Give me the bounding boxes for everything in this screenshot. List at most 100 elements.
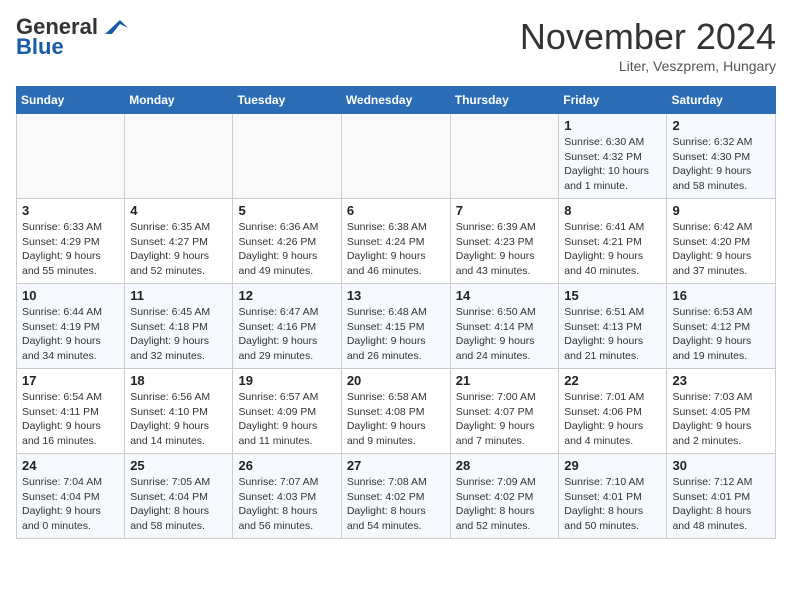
calendar-cell: 16 Sunrise: 6:53 AM Sunset: 4:12 PM Dayli…: [667, 284, 776, 369]
day-header-monday: Monday: [125, 87, 233, 114]
calendar-cell: 24Sunrise: 7:04 AM Sunset: 4:04 PM Dayli…: [17, 454, 125, 539]
day-number: 14: [456, 288, 554, 303]
title-area: November 2024 Liter, Veszprem, Hungary: [520, 16, 776, 74]
day-info: Sunrise: 7:05 AM Sunset: 4:04 PM Dayligh…: [130, 475, 227, 534]
day-info: Sunrise: 6:50 AM Sunset: 4:14 PM Dayligh…: [456, 305, 554, 364]
day-info: Sunrise: 6:41 AM Sunset: 4:21 PM Dayligh…: [564, 220, 661, 279]
day-number: 23: [672, 373, 770, 388]
day-info: Sunrise: 7:07 AM Sunset: 4:03 PM Dayligh…: [238, 475, 335, 534]
day-info: Sunrise: 7:01 AM Sunset: 4:06 PM Dayligh…: [564, 390, 661, 449]
calendar-cell: 1 Sunrise: 6:30 AM Sunset: 4:32 PM Daylig…: [559, 114, 667, 199]
day-info: Sunrise: 7:08 AM Sunset: 4:02 PM Dayligh…: [347, 475, 445, 534]
day-info: Sunrise: 6:47 AM Sunset: 4:16 PM Dayligh…: [238, 305, 335, 364]
logo-blue: Blue: [16, 34, 64, 60]
day-number: 2: [672, 118, 770, 133]
day-number: 20: [347, 373, 445, 388]
day-info: Sunrise: 6:53 AM Sunset: 4:12 PM Dayligh…: [672, 305, 770, 364]
day-number: 25: [130, 458, 227, 473]
calendar-cell: 8 Sunrise: 6:41 AM Sunset: 4:21 PM Daylig…: [559, 199, 667, 284]
day-number: 16: [672, 288, 770, 303]
calendar-cell: [125, 114, 233, 199]
day-header-friday: Friday: [559, 87, 667, 114]
day-number: 4: [130, 203, 227, 218]
logo-icon: [100, 16, 130, 38]
calendar-cell: 15Sunrise: 6:51 AM Sunset: 4:13 PM Dayli…: [559, 284, 667, 369]
day-header-saturday: Saturday: [667, 87, 776, 114]
day-number: 15: [564, 288, 661, 303]
day-info: Sunrise: 6:38 AM Sunset: 4:24 PM Dayligh…: [347, 220, 445, 279]
day-header-tuesday: Tuesday: [233, 87, 341, 114]
calendar-cell: 20 Sunrise: 6:58 AM Sunset: 4:08 PM Dayli…: [341, 369, 450, 454]
day-info: Sunrise: 6:48 AM Sunset: 4:15 PM Dayligh…: [347, 305, 445, 364]
day-number: 6: [347, 203, 445, 218]
day-number: 3: [22, 203, 119, 218]
day-info: Sunrise: 6:36 AM Sunset: 4:26 PM Dayligh…: [238, 220, 335, 279]
day-header-thursday: Thursday: [450, 87, 559, 114]
calendar-cell: 10 Sunrise: 6:44 AM Sunset: 4:19 PM Dayli…: [17, 284, 125, 369]
day-number: 30: [672, 458, 770, 473]
day-info: Sunrise: 6:30 AM Sunset: 4:32 PM Dayligh…: [564, 135, 661, 194]
day-info: Sunrise: 6:32 AM Sunset: 4:30 PM Dayligh…: [672, 135, 770, 194]
location-subtitle: Liter, Veszprem, Hungary: [520, 58, 776, 74]
page-header: General Blue November 2024 Liter, Veszpr…: [16, 16, 776, 74]
calendar-cell: 6 Sunrise: 6:38 AM Sunset: 4:24 PM Daylig…: [341, 199, 450, 284]
calendar-cell: 27Sunrise: 7:08 AM Sunset: 4:02 PM Dayli…: [341, 454, 450, 539]
day-number: 29: [564, 458, 661, 473]
calendar-cell: 22 Sunrise: 7:01 AM Sunset: 4:06 PM Dayli…: [559, 369, 667, 454]
calendar-cell: 28 Sunrise: 7:09 AM Sunset: 4:02 PM Dayli…: [450, 454, 559, 539]
calendar-header-row: SundayMondayTuesdayWednesdayThursdayFrid…: [17, 87, 776, 114]
day-info: Sunrise: 6:33 AM Sunset: 4:29 PM Dayligh…: [22, 220, 119, 279]
day-info: Sunrise: 6:54 AM Sunset: 4:11 PM Dayligh…: [22, 390, 119, 449]
calendar-cell: 11Sunrise: 6:45 AM Sunset: 4:18 PM Dayli…: [125, 284, 233, 369]
day-info: Sunrise: 6:45 AM Sunset: 4:18 PM Dayligh…: [130, 305, 227, 364]
day-info: Sunrise: 7:00 AM Sunset: 4:07 PM Dayligh…: [456, 390, 554, 449]
day-number: 17: [22, 373, 119, 388]
calendar-cell: [450, 114, 559, 199]
calendar-cell: 12 Sunrise: 6:47 AM Sunset: 4:16 PM Dayli…: [233, 284, 341, 369]
day-number: 8: [564, 203, 661, 218]
day-number: 28: [456, 458, 554, 473]
day-number: 13: [347, 288, 445, 303]
calendar-cell: 23 Sunrise: 7:03 AM Sunset: 4:05 PM Dayli…: [667, 369, 776, 454]
day-info: Sunrise: 6:58 AM Sunset: 4:08 PM Dayligh…: [347, 390, 445, 449]
calendar-cell: 9Sunrise: 6:42 AM Sunset: 4:20 PM Daylig…: [667, 199, 776, 284]
calendar-cell: 3 Sunrise: 6:33 AM Sunset: 4:29 PM Daylig…: [17, 199, 125, 284]
calendar-week-row: 17 Sunrise: 6:54 AM Sunset: 4:11 PM Dayli…: [17, 369, 776, 454]
day-number: 10: [22, 288, 119, 303]
day-info: Sunrise: 7:09 AM Sunset: 4:02 PM Dayligh…: [456, 475, 554, 534]
calendar-cell: [233, 114, 341, 199]
day-info: Sunrise: 6:35 AM Sunset: 4:27 PM Dayligh…: [130, 220, 227, 279]
calendar-cell: 2 Sunrise: 6:32 AM Sunset: 4:30 PM Daylig…: [667, 114, 776, 199]
day-info: Sunrise: 7:03 AM Sunset: 4:05 PM Dayligh…: [672, 390, 770, 449]
calendar-cell: [17, 114, 125, 199]
day-header-sunday: Sunday: [17, 87, 125, 114]
calendar-table: SundayMondayTuesdayWednesdayThursdayFrid…: [16, 86, 776, 539]
day-number: 18: [130, 373, 227, 388]
day-number: 12: [238, 288, 335, 303]
day-number: 1: [564, 118, 661, 133]
calendar-cell: 30Sunrise: 7:12 AM Sunset: 4:01 PM Dayli…: [667, 454, 776, 539]
calendar-cell: 29Sunrise: 7:10 AM Sunset: 4:01 PM Dayli…: [559, 454, 667, 539]
day-number: 22: [564, 373, 661, 388]
calendar-week-row: 1 Sunrise: 6:30 AM Sunset: 4:32 PM Daylig…: [17, 114, 776, 199]
calendar-cell: 5Sunrise: 6:36 AM Sunset: 4:26 PM Daylig…: [233, 199, 341, 284]
calendar-cell: 7Sunrise: 6:39 AM Sunset: 4:23 PM Daylig…: [450, 199, 559, 284]
calendar-cell: 19Sunrise: 6:57 AM Sunset: 4:09 PM Dayli…: [233, 369, 341, 454]
day-number: 21: [456, 373, 554, 388]
calendar-cell: 21 Sunrise: 7:00 AM Sunset: 4:07 PM Dayli…: [450, 369, 559, 454]
month-title: November 2024: [520, 16, 776, 58]
day-info: Sunrise: 6:42 AM Sunset: 4:20 PM Dayligh…: [672, 220, 770, 279]
calendar-cell: 13 Sunrise: 6:48 AM Sunset: 4:15 PM Dayli…: [341, 284, 450, 369]
calendar-week-row: 3 Sunrise: 6:33 AM Sunset: 4:29 PM Daylig…: [17, 199, 776, 284]
day-info: Sunrise: 7:04 AM Sunset: 4:04 PM Dayligh…: [22, 475, 119, 534]
calendar-cell: 25 Sunrise: 7:05 AM Sunset: 4:04 PM Dayli…: [125, 454, 233, 539]
calendar-cell: 18 Sunrise: 6:56 AM Sunset: 4:10 PM Dayli…: [125, 369, 233, 454]
logo: General Blue: [16, 16, 130, 60]
day-number: 7: [456, 203, 554, 218]
day-info: Sunrise: 6:56 AM Sunset: 4:10 PM Dayligh…: [130, 390, 227, 449]
day-info: Sunrise: 6:44 AM Sunset: 4:19 PM Dayligh…: [22, 305, 119, 364]
calendar-cell: 26 Sunrise: 7:07 AM Sunset: 4:03 PM Dayli…: [233, 454, 341, 539]
day-number: 26: [238, 458, 335, 473]
calendar-cell: [341, 114, 450, 199]
calendar-cell: 17 Sunrise: 6:54 AM Sunset: 4:11 PM Dayli…: [17, 369, 125, 454]
